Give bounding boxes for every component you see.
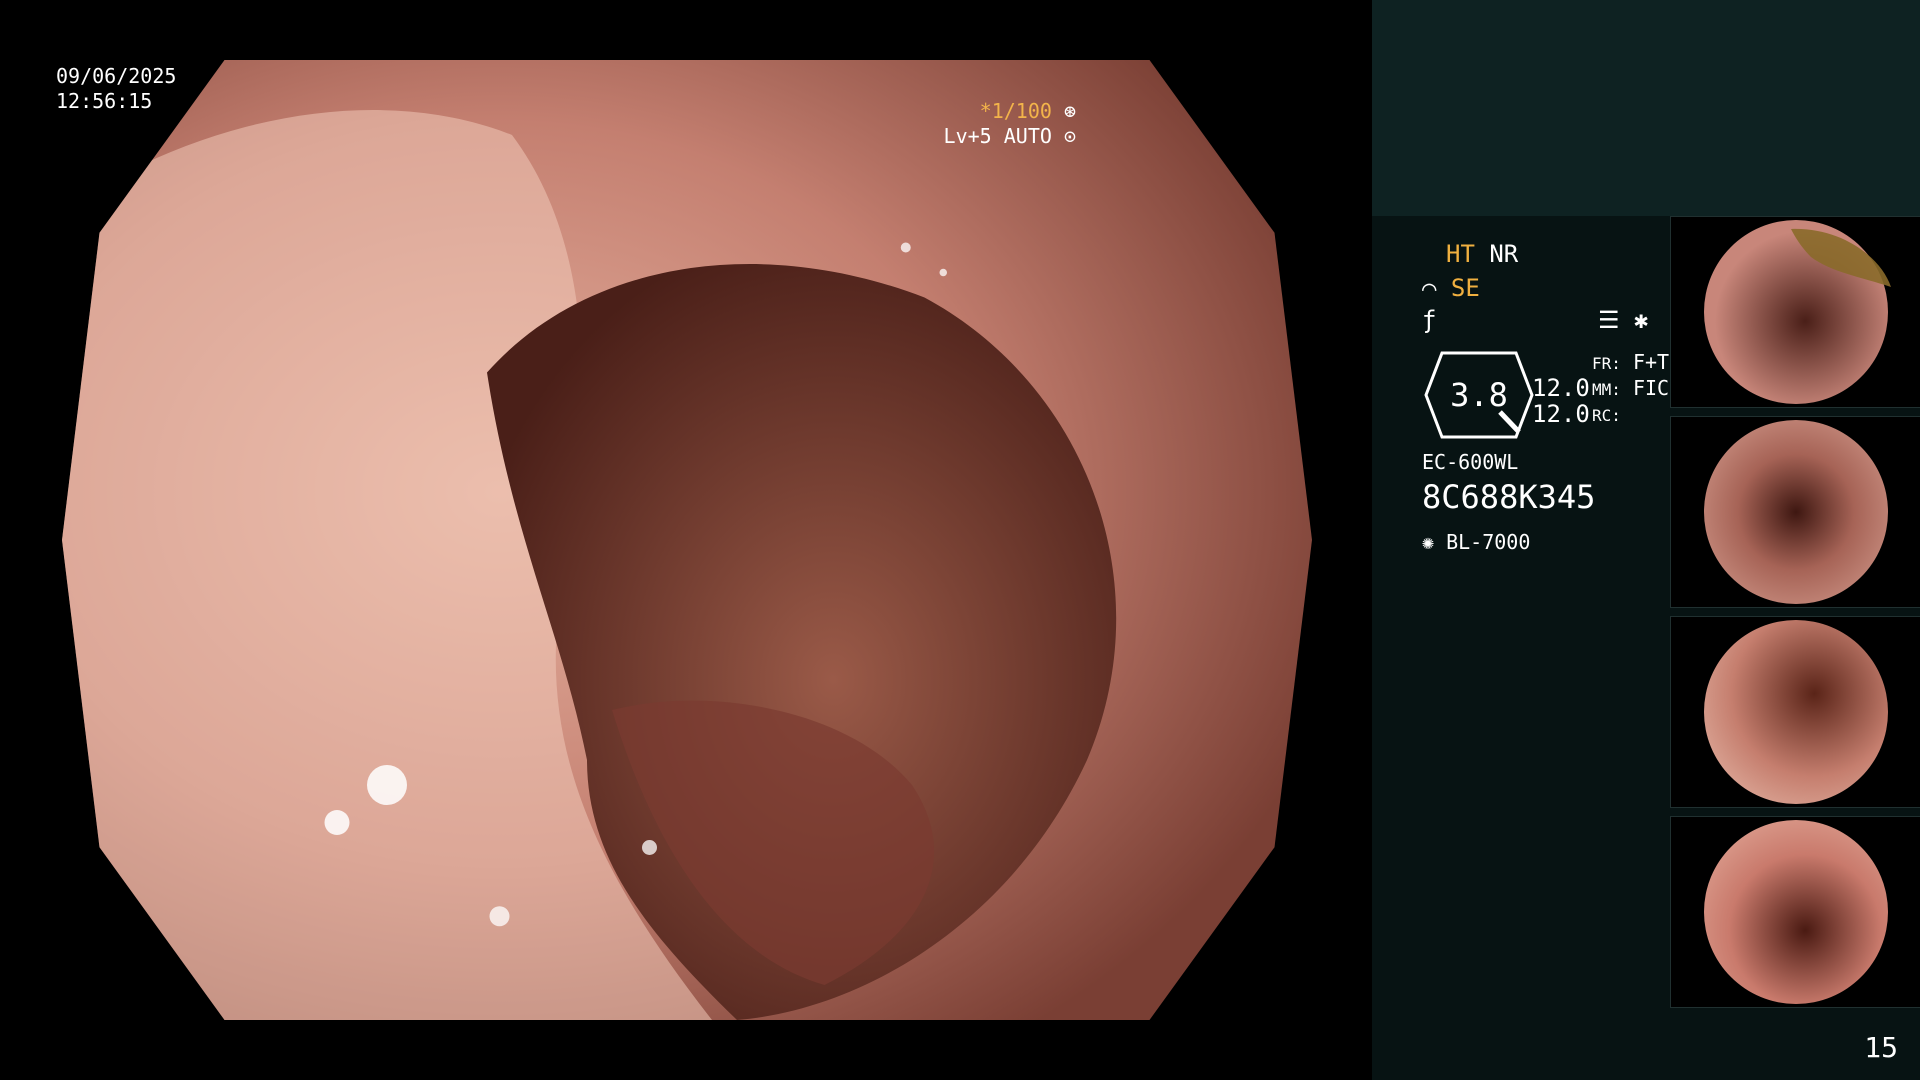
thumbnail-3[interactable] <box>1670 616 1920 808</box>
fr-label: FR: <box>1592 354 1621 373</box>
aperture-icon: ⊛ <box>1063 99 1076 123</box>
fr-value: F+T <box>1632 350 1670 374</box>
side-panel-top <box>1372 0 1920 216</box>
se-label: SE <box>1450 274 1480 302</box>
value-2: 12.0 <box>1532 400 1590 428</box>
timestamp: 09/06/2025 12:56:15 <box>56 64 176 114</box>
shutter-info: *1/100 ⊛ Lv+5 AUTO ⊙ <box>944 99 1076 149</box>
structure-enhance-icon: ⌒ <box>1422 274 1437 302</box>
thumbnail-strip <box>1670 216 1920 1016</box>
mm-label: MM: <box>1592 380 1621 399</box>
shutter-speed: *1/100 <box>979 99 1052 123</box>
thumbnail-1[interactable] <box>1670 216 1920 408</box>
magnification-value: 3.8 <box>1450 376 1508 414</box>
scope-model: EC-600WL <box>1422 450 1519 474</box>
date-text: 09/06/2025 <box>56 64 177 88</box>
serial-number: 8C688K345 <box>1422 478 1596 516</box>
settings-icon: ☰ <box>1598 306 1620 334</box>
light-source-icon: ✺ <box>1422 530 1435 554</box>
iris-icon: ⊙ <box>1063 124 1076 148</box>
settings-area: HT NR ⌒ SE ƒ ☰ ✱ 3.8 12.0 12.0 FR: F+T M… <box>1398 240 1698 570</box>
star-icon: ✱ <box>1633 306 1649 334</box>
magnification-badge: 3.8 <box>1424 350 1534 440</box>
ht-label: HT <box>1446 240 1475 268</box>
endoscopic-image <box>62 60 1312 1020</box>
side-panel: HT NR ⌒ SE ƒ ☰ ✱ 3.8 12.0 12.0 FR: F+T M… <box>1372 0 1920 1080</box>
thumbnail-2[interactable] <box>1670 416 1920 608</box>
rc-label: RC: <box>1592 406 1621 425</box>
time-text: 12:56:15 <box>56 89 153 113</box>
thumbnail-4[interactable] <box>1670 816 1920 1008</box>
color-mode-icon: ƒ <box>1422 306 1437 334</box>
value-1: 12.0 <box>1532 374 1590 402</box>
page-number: 15 <box>1864 1031 1898 1064</box>
main-endoscope-view: 09/06/2025 12:56:15 *1/100 ⊛ Lv+5 AUTO ⊙ <box>0 0 1372 1080</box>
light-source: BL-7000 <box>1446 530 1531 554</box>
nr-label: NR <box>1489 240 1519 268</box>
light-level: Lv+5 AUTO <box>943 124 1052 148</box>
